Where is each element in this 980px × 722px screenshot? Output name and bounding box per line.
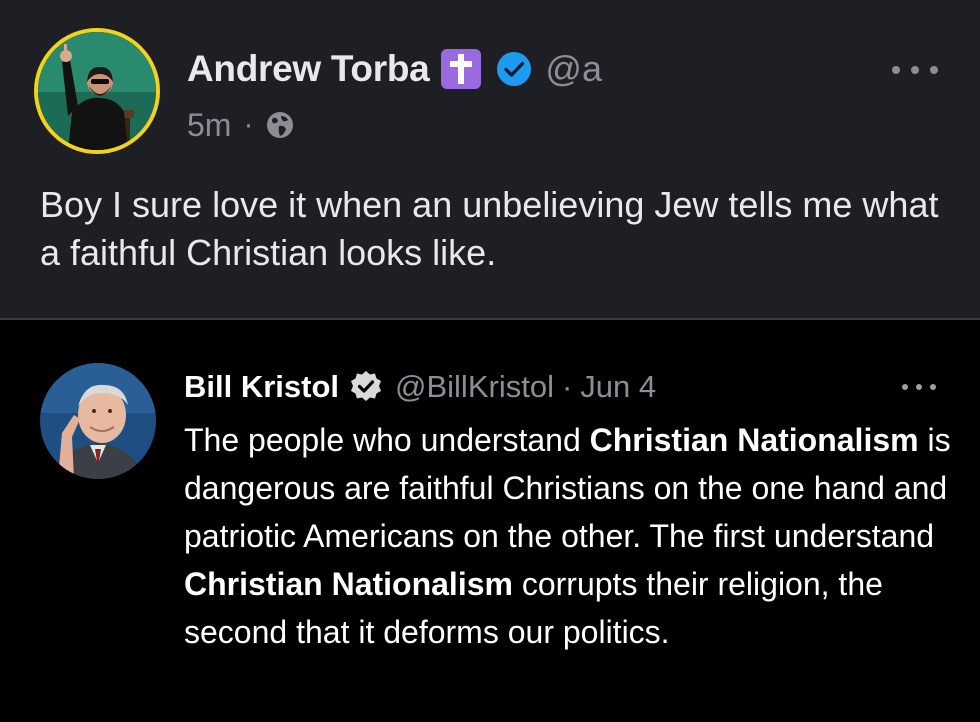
avatar-andrew-torba[interactable]: [34, 28, 160, 154]
author-name[interactable]: Andrew Torba: [187, 48, 430, 90]
bold-term: Christian Nationalism: [184, 566, 513, 602]
post-time[interactable]: 5m: [187, 107, 231, 144]
verified-badge-icon: [349, 370, 383, 404]
post-date[interactable]: Jun 4: [580, 369, 656, 405]
bold-term: Christian Nationalism: [589, 422, 919, 458]
author-handle[interactable]: @BillKristol: [395, 369, 554, 405]
author-row: Andrew Torba @a: [187, 44, 602, 94]
author-row: Bill Kristol @BillKristol · Jun 4: [184, 366, 656, 408]
post-meta: 5m ·: [187, 105, 295, 145]
author-handle[interactable]: @a: [545, 48, 602, 90]
meta-separator: ·: [243, 108, 254, 141]
more-options-icon[interactable]: [892, 62, 938, 78]
globe-icon: [265, 110, 295, 140]
author-name[interactable]: Bill Kristol: [184, 369, 339, 405]
meta-separator: ·: [561, 369, 573, 404]
post-text: Boy I sure love it when an unbelieving J…: [40, 184, 939, 273]
text-segment: The people who understand: [184, 422, 590, 458]
more-options-icon[interactable]: [902, 381, 936, 393]
cross-emoji-icon: [441, 49, 482, 89]
avatar-bill-kristol[interactable]: [40, 363, 156, 479]
post-text: The people who understand Christian Nati…: [184, 416, 954, 656]
verified-badge-icon: [495, 50, 533, 88]
